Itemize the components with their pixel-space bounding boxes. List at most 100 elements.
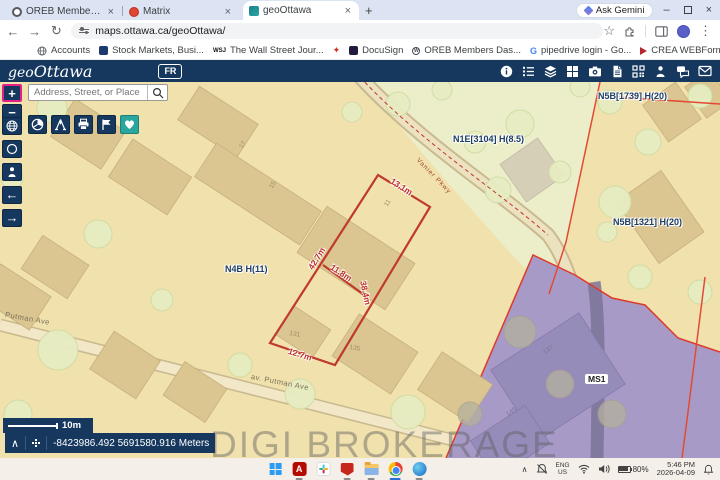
zoom-in-button[interactable]: + [2,84,22,102]
search-box[interactable] [28,84,168,101]
tab-oreb-dashboard[interactable]: OREB Members Dashboard × [6,3,122,20]
tab-close-icon[interactable]: × [343,5,353,17]
bookmark-pipedrive[interactable]: G pipedrive login - Go... [530,45,631,56]
volume-icon[interactable] [598,464,610,474]
search-icon [152,87,164,99]
maple-leaf-favicon[interactable]: ✦ [333,45,341,56]
zone-label-n4b: N4B H(11) [225,264,268,274]
side-panel-icon[interactable] [655,26,668,37]
extensions-icon[interactable] [624,25,636,37]
taskbar-acrobat[interactable]: A [291,461,308,478]
browser-tab-strip: OREB Members Dashboard × Matrix × geoOtt… [0,0,720,20]
language-indicator[interactable]: ENGUS [556,462,570,476]
google-favicon: G [530,46,537,56]
layers-icon[interactable] [543,64,558,79]
zone-label-n5b-1739: N5B[1739] H(20) [598,91,667,101]
tab-label: OREB Members Dashboard [26,6,102,17]
notification-bell-icon[interactable] [703,464,714,475]
map-canvas[interactable]: N4B H(11) N1E[3104] H(8.5) N5B[1739] H(2… [0,82,720,458]
tab-geoottawa[interactable]: geoOttawa × [243,1,359,20]
draw-tool-button[interactable] [97,115,116,134]
favourites-button[interactable] [120,115,139,134]
bookmark-accounts[interactable]: Accounts [37,45,90,56]
address-bar[interactable]: maps.ottawa.ca/geoOttawa/ [71,23,603,39]
zone-label-n1e: N1E[3104] H(8.5) [453,134,524,144]
basemap-grid-icon[interactable] [565,64,580,79]
start-button[interactable] [267,461,284,478]
bookmark-star-icon[interactable]: ☆ [603,23,615,39]
forward-icon[interactable]: → [24,24,46,39]
tab-label: geoOttawa [263,5,339,16]
tab-close-icon[interactable]: × [106,6,116,18]
taskbar-slack[interactable] [315,461,332,478]
search-input[interactable] [29,87,147,98]
search-button[interactable] [147,85,167,100]
bookmark-label: The Wall Street Jour... [230,45,324,56]
crosshair-icon[interactable] [26,436,47,450]
report-document-icon[interactable] [609,64,624,79]
mail-icon[interactable] [697,64,712,79]
taskbar-blue-app[interactable] [411,461,428,478]
street-view-person-icon[interactable] [653,64,668,79]
ask-gemini-button[interactable]: Ask Gemini [576,3,654,18]
taskbar-red-app[interactable] [339,461,356,478]
reload-icon[interactable]: ↻ [46,23,68,39]
bookmark-stock-markets[interactable]: Stock Markets, Busi... [99,45,204,56]
bookmark-label: Accounts [51,45,90,56]
qr-code-icon[interactable] [631,64,646,79]
locate-me-button[interactable] [2,140,22,158]
new-tab-button[interactable]: + [365,3,373,18]
bookmark-label: Stock Markets, Busi... [112,45,204,56]
bookmark-wsj[interactable]: WSJ The Wall Street Jour... [213,45,324,56]
battery-percent: 80% [633,465,649,474]
language-toggle-button[interactable]: FR [158,64,182,79]
window-maximize-button[interactable] [684,6,692,14]
tray-overflow-chevron[interactable]: ∧ [522,465,528,474]
bookmark-docusign[interactable]: DocuSign [349,45,403,56]
print-button[interactable] [74,115,93,134]
site-settings-icon[interactable] [79,27,89,36]
coordinate-bar: ∧ -8423986.492 5691580.916 Meters [5,433,215,453]
wifi-icon[interactable] [578,464,590,474]
geoottawa-favicon [249,6,259,16]
globe-extent-button[interactable] [2,117,22,135]
camera-icon[interactable] [587,64,602,79]
coordinates-readout: -8423986.492 5691580.916 Meters [47,438,209,449]
bookmark-crea-webforms[interactable]: CREA WEBForms® [640,45,720,56]
screen: OREB Members Dashboard × Matrix × geoOtt… [0,0,720,480]
profile-avatar[interactable] [677,25,690,38]
notifications-off-icon[interactable] [536,463,548,475]
tab-label: Matrix [143,6,219,17]
window-close-button[interactable]: × [706,4,712,16]
street-view-button[interactable] [2,163,22,181]
back-icon[interactable]: ← [2,24,24,39]
windows-taskbar: A ∧ ENGUS 80% 5:46 PM2026-04-09 [0,458,720,480]
browser-menu-icon[interactable]: ⋮ [699,23,712,39]
tab-close-icon[interactable]: × [223,6,233,18]
collapse-chevron-icon[interactable]: ∧ [5,436,26,450]
apps-grid-icon[interactable] [8,46,10,55]
url-text[interactable]: maps.ottawa.ca/geoOttawa/ [95,25,225,37]
scale-line [8,425,58,427]
measure-tool-button[interactable] [51,115,70,134]
feedback-chat-icon[interactable] [675,64,690,79]
measure-icon [54,118,67,131]
battery-indicator[interactable]: 80% [618,465,649,474]
taskbar-file-explorer[interactable] [363,461,380,478]
window-minimize-button[interactable]: – [663,4,669,16]
scale-label: 10m [62,420,81,431]
bookmark-label: pipedrive login - Go... [541,45,631,56]
bookmark-oreb-members[interactable]: W OREB Members Das... [412,45,521,56]
imagery-toggle-button[interactable] [28,115,47,134]
taskbar-chrome[interactable] [387,461,404,478]
oreb-favicon [12,7,22,17]
stock-markets-favicon [99,46,108,55]
next-extent-button[interactable]: → [2,209,22,227]
gemini-label: Ask Gemini [596,5,645,16]
previous-extent-button[interactable]: ← [2,186,22,204]
info-icon[interactable] [499,64,514,79]
heart-icon [123,118,136,131]
legend-list-icon[interactable] [521,64,536,79]
clock[interactable]: 5:46 PM2026-04-09 [657,461,695,478]
tab-matrix[interactable]: Matrix × [123,3,239,20]
